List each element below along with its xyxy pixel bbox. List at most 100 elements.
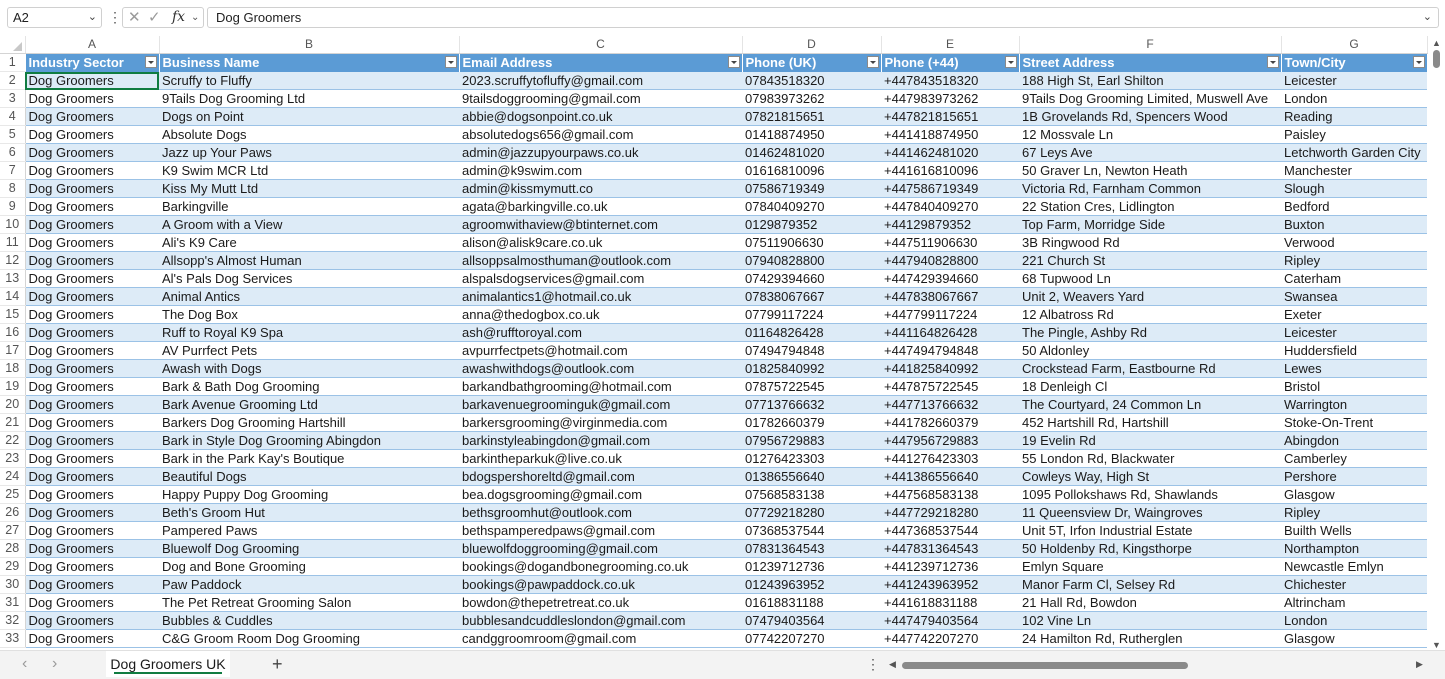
cell-business-name[interactable]: Barkers Dog Grooming Hartshill: [159, 413, 459, 432]
cell-street-address[interactable]: 452 Hartshill Rd, Hartshill: [1019, 413, 1281, 432]
cell-street-address[interactable]: The Pingle, Ashby Rd: [1019, 323, 1281, 342]
cell-phone-uk[interactable]: 01243963952: [742, 575, 881, 594]
cell-business-name[interactable]: Al's Pals Dog Services: [159, 269, 459, 288]
cell-town-city[interactable]: Exeter: [1281, 305, 1427, 324]
cell-street-address[interactable]: Top Farm, Morridge Side: [1019, 215, 1281, 234]
cell-industry-sector[interactable]: Dog Groomers: [25, 125, 159, 144]
cell-phone-uk[interactable]: 07940828800: [742, 251, 881, 270]
row-header[interactable]: 6: [0, 143, 26, 162]
row-header[interactable]: 19: [0, 377, 26, 396]
name-box[interactable]: A2 ⌄: [7, 7, 102, 28]
formula-input[interactable]: Dog Groomers ⌄: [207, 7, 1439, 28]
cell-street-address[interactable]: 68 Tupwood Ln: [1019, 269, 1281, 288]
header-cell-phone-uk[interactable]: Phone (UK): [742, 53, 882, 72]
cell-industry-sector[interactable]: Dog Groomers: [25, 467, 159, 486]
cell-phone-uk[interactable]: 07956729883: [742, 431, 881, 450]
cell-town-city[interactable]: Letchworth Garden City: [1281, 143, 1427, 162]
column-header-e[interactable]: E: [881, 36, 1020, 54]
cell-phone-uk[interactable]: 01782660379: [742, 413, 881, 432]
cell-street-address[interactable]: Unit 5T, Irfon Industrial Estate: [1019, 521, 1281, 540]
cell-phone-44[interactable]: +447429394660: [881, 269, 1019, 288]
cell-industry-sector[interactable]: Dog Groomers: [25, 593, 159, 612]
cell-industry-sector[interactable]: Dog Groomers: [25, 359, 159, 378]
cell-email-address[interactable]: alspalsdogservices@gmail.com: [459, 269, 742, 288]
cell-business-name[interactable]: AV Purrfect Pets: [159, 341, 459, 360]
cell-phone-uk[interactable]: 07494794848: [742, 341, 881, 360]
cell-industry-sector[interactable]: Dog Groomers: [25, 575, 159, 594]
cell-phone-44[interactable]: +447956729883: [881, 431, 1019, 450]
row-header[interactable]: 21: [0, 413, 26, 432]
cell-email-address[interactable]: barkinstyleabingdon@gmail.com: [459, 431, 742, 450]
cell-business-name[interactable]: Absolute Dogs: [159, 125, 459, 144]
cell-business-name[interactable]: A Groom with a View: [159, 215, 459, 234]
row-header[interactable]: 24: [0, 467, 26, 486]
header-cell-business-name[interactable]: Business Name: [159, 53, 460, 72]
cell-business-name[interactable]: Jazz up Your Paws: [159, 143, 459, 162]
cell-email-address[interactable]: animalantics1@hotmail.co.uk: [459, 287, 742, 306]
cell-street-address[interactable]: 188 High St, Earl Shilton: [1019, 71, 1281, 90]
cell-street-address[interactable]: 55 London Rd, Blackwater: [1019, 449, 1281, 468]
cell-email-address[interactable]: bluewolfdoggrooming@gmail.com: [459, 539, 742, 558]
cell-town-city[interactable]: Huddersfield: [1281, 341, 1427, 360]
cell-business-name[interactable]: Bark Avenue Grooming Ltd: [159, 395, 459, 414]
cell-street-address[interactable]: 50 Graver Ln, Newton Heath: [1019, 161, 1281, 180]
row-header[interactable]: 16: [0, 323, 26, 342]
cell-email-address[interactable]: admin@jazzupyourpaws.co.uk: [459, 143, 742, 162]
expand-formula-icon[interactable]: ⌄: [1423, 8, 1432, 27]
cell-email-address[interactable]: agroomwithaview@btinternet.com: [459, 215, 742, 234]
cell-email-address[interactable]: allsoppsalmosthuman@outlook.com: [459, 251, 742, 270]
cell-phone-uk[interactable]: 01386556640: [742, 467, 881, 486]
cell-town-city[interactable]: Stoke-On-Trent: [1281, 413, 1427, 432]
cell-email-address[interactable]: bubblesandcuddleslondon@gmail.com: [459, 611, 742, 630]
cell-town-city[interactable]: Ripley: [1281, 503, 1427, 522]
row-header[interactable]: 33: [0, 629, 26, 648]
add-sheet-icon[interactable]: +: [272, 654, 283, 674]
cell-email-address[interactable]: bethsgroomhut@outlook.com: [459, 503, 742, 522]
cell-industry-sector[interactable]: Dog Groomers: [25, 161, 159, 180]
cell-phone-uk[interactable]: 01618831188: [742, 593, 881, 612]
scroll-left-icon[interactable]: ◀: [889, 659, 896, 670]
cell-phone-uk[interactable]: 01276423303: [742, 449, 881, 468]
cell-business-name[interactable]: Bark & Bath Dog Grooming: [159, 377, 459, 396]
cell-email-address[interactable]: bea.dogsgrooming@gmail.com: [459, 485, 742, 504]
sheet-tab-dog-groomers-uk[interactable]: Dog Groomers UK: [106, 651, 230, 677]
cell-business-name[interactable]: Dog and Bone Grooming: [159, 557, 459, 576]
cell-email-address[interactable]: bdogspershoreltd@gmail.com: [459, 467, 742, 486]
cell-business-name[interactable]: The Pet Retreat Grooming Salon: [159, 593, 459, 612]
cell-town-city[interactable]: Glasgow: [1281, 485, 1427, 504]
cell-street-address[interactable]: 11 Queensview Dr, Waingroves: [1019, 503, 1281, 522]
cell-business-name[interactable]: Bubbles & Cuddles: [159, 611, 459, 630]
cell-phone-44[interactable]: +447843518320: [881, 71, 1019, 90]
cell-email-address[interactable]: admin@kissmymutt.co: [459, 179, 742, 198]
row-header[interactable]: 1: [0, 53, 26, 72]
cell-phone-44[interactable]: +441462481020: [881, 143, 1019, 162]
cell-email-address[interactable]: bethspamperedpaws@gmail.com: [459, 521, 742, 540]
header-cell-town-city[interactable]: Town/City: [1281, 53, 1428, 72]
cell-business-name[interactable]: K9 Swim MCR Ltd: [159, 161, 459, 180]
cell-phone-44[interactable]: +447729218280: [881, 503, 1019, 522]
cell-street-address[interactable]: 1095 Pollokshaws Rd, Shawlands: [1019, 485, 1281, 504]
check-icon[interactable]: ✓: [148, 8, 161, 27]
cell-phone-uk[interactable]: 07429394660: [742, 269, 881, 288]
cell-industry-sector[interactable]: Dog Groomers: [25, 485, 159, 504]
cell-industry-sector[interactable]: Dog Groomers: [25, 251, 159, 270]
cell-business-name[interactable]: Happy Puppy Dog Grooming: [159, 485, 459, 504]
row-header[interactable]: 3: [0, 89, 26, 108]
cell-town-city[interactable]: Northampton: [1281, 539, 1427, 558]
row-header[interactable]: 10: [0, 215, 26, 234]
cell-industry-sector[interactable]: Dog Groomers: [25, 521, 159, 540]
column-header-b[interactable]: B: [159, 36, 460, 54]
row-header[interactable]: 9: [0, 197, 26, 216]
cell-business-name[interactable]: Bark in Style Dog Grooming Abingdon: [159, 431, 459, 450]
row-header[interactable]: 25: [0, 485, 26, 504]
cell-street-address[interactable]: 9Tails Dog Grooming Limited, Muswell Ave: [1019, 89, 1281, 108]
cell-phone-44[interactable]: +447586719349: [881, 179, 1019, 198]
cell-town-city[interactable]: Leicester: [1281, 323, 1427, 342]
row-header[interactable]: 30: [0, 575, 26, 594]
cell-town-city[interactable]: Warrington: [1281, 395, 1427, 414]
cell-phone-uk[interactable]: 07799117224: [742, 305, 881, 324]
cell-email-address[interactable]: ash@rufftoroyal.com: [459, 323, 742, 342]
cell-street-address[interactable]: 3B Ringwood Rd: [1019, 233, 1281, 252]
cell-phone-44[interactable]: +441616810096: [881, 161, 1019, 180]
cell-industry-sector[interactable]: Dog Groomers: [25, 503, 159, 522]
